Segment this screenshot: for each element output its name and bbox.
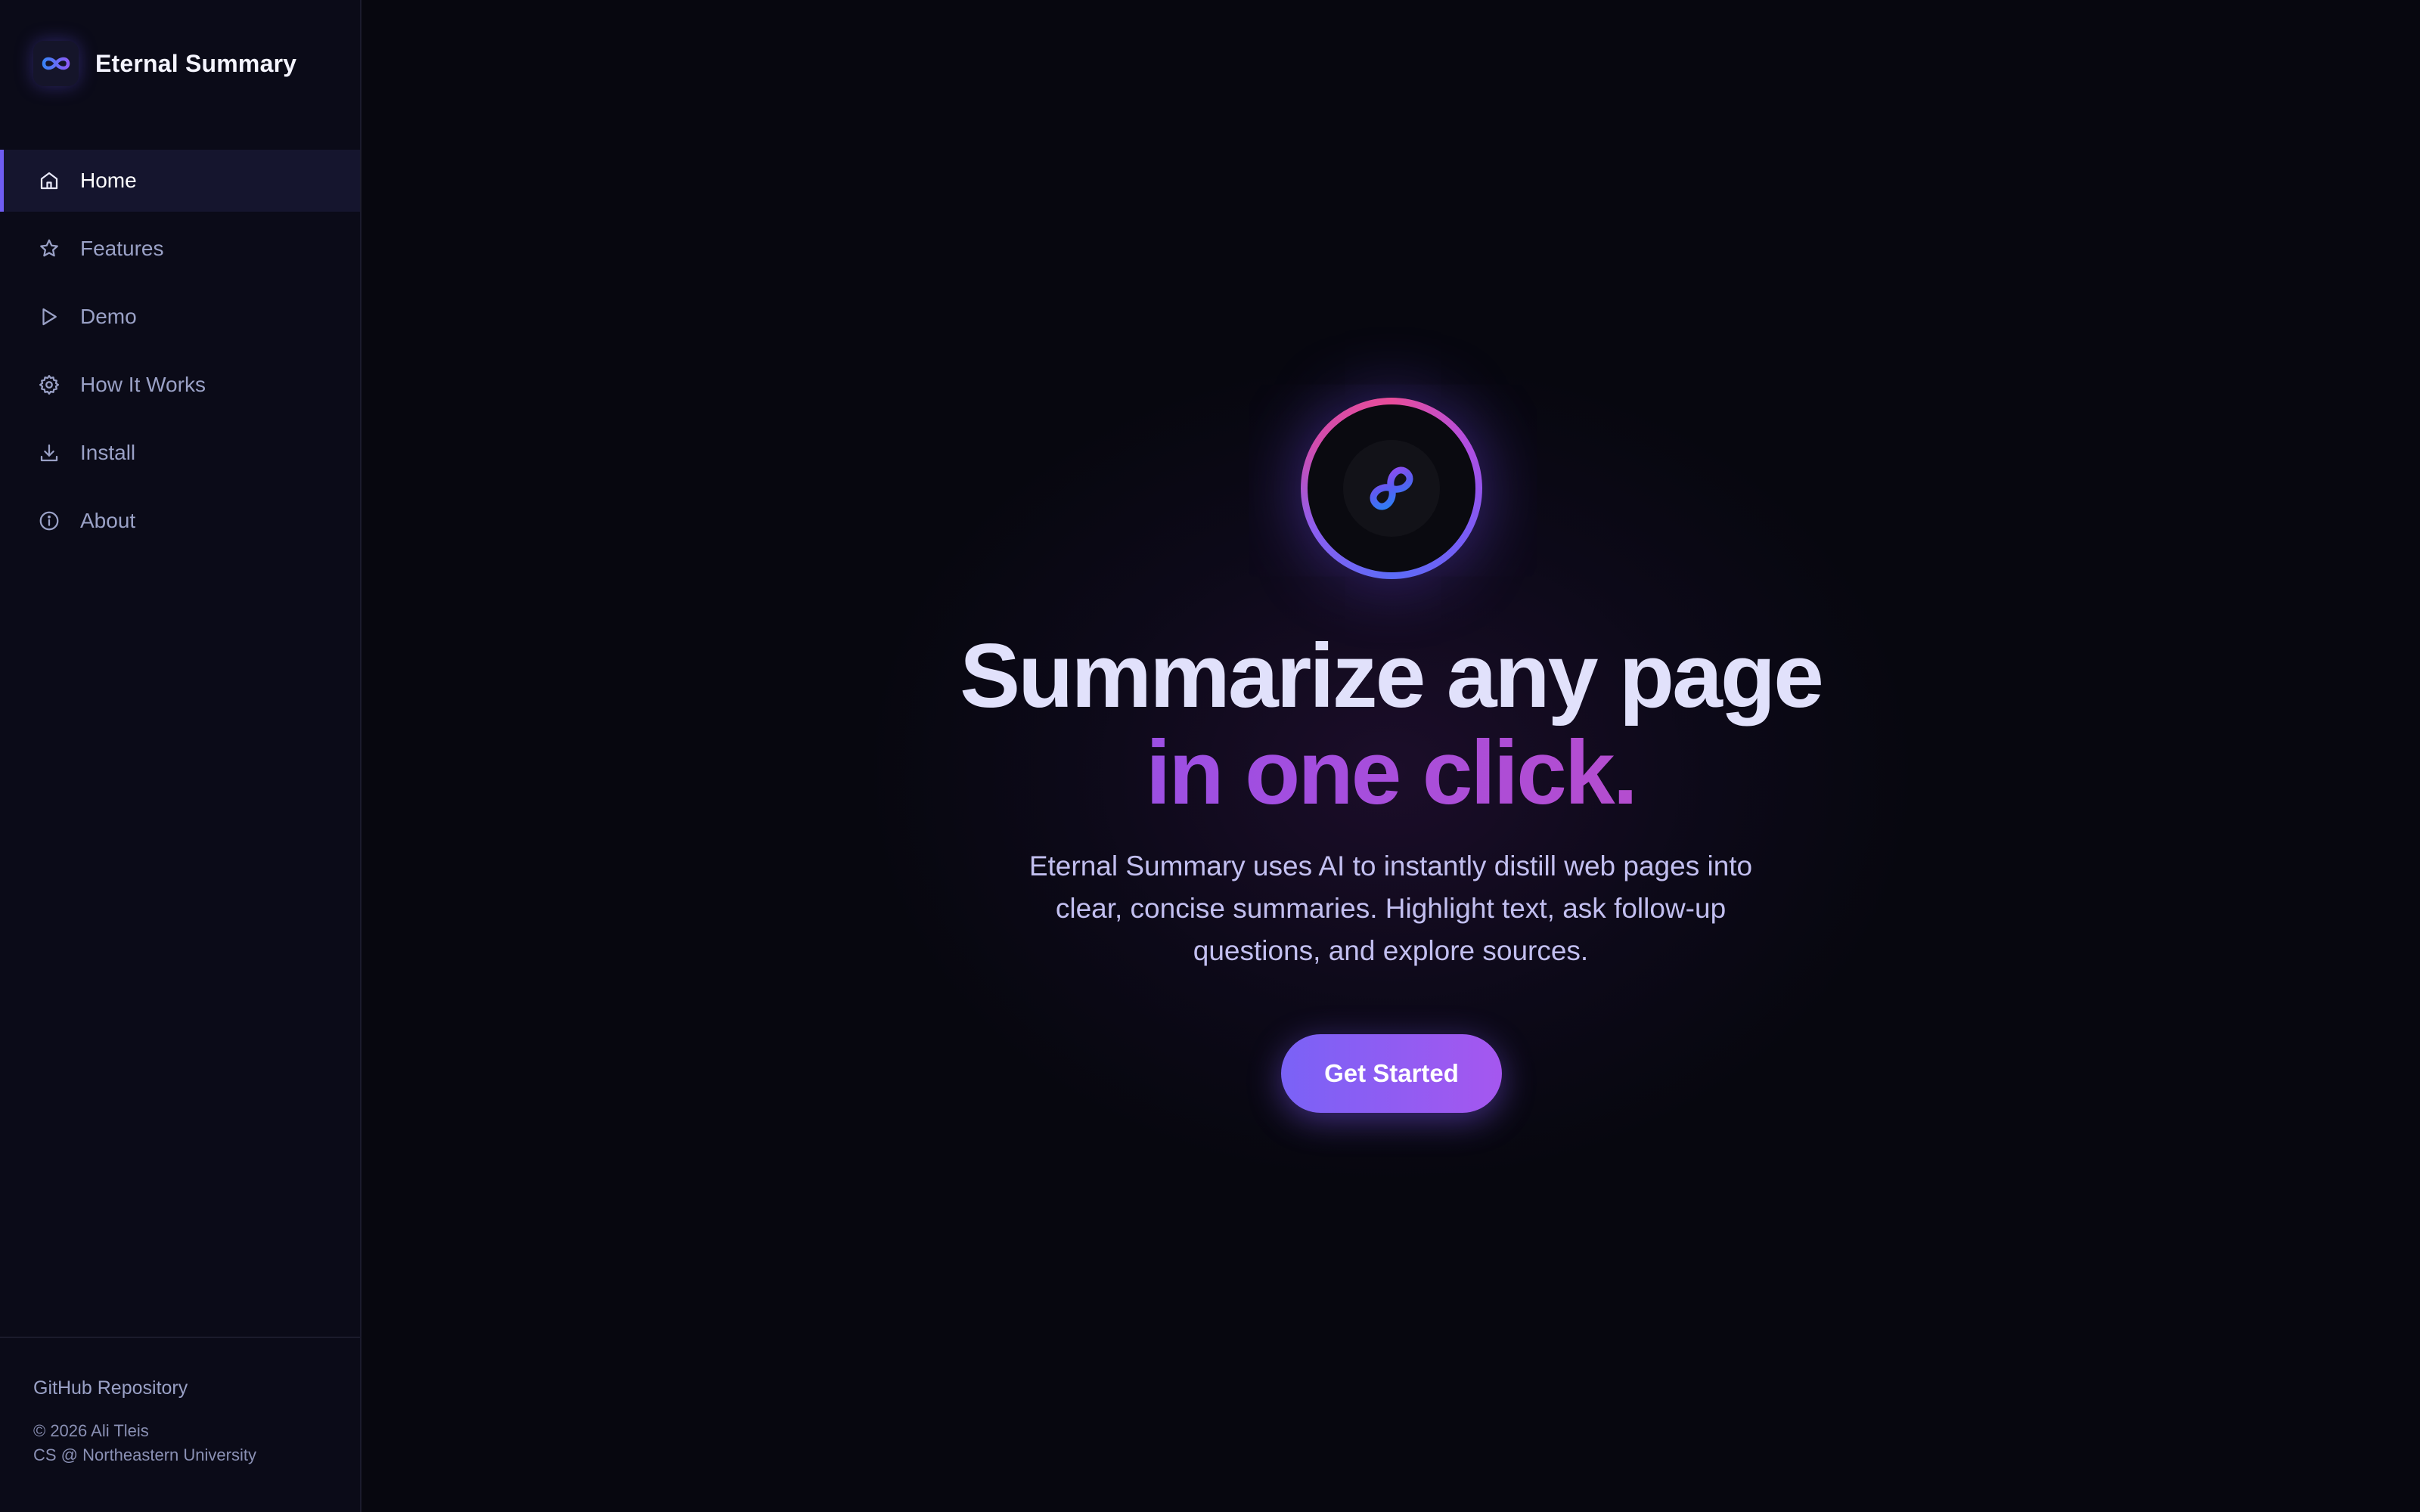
home-icon xyxy=(36,168,62,194)
play-icon xyxy=(36,304,62,330)
infinity-icon xyxy=(1343,440,1440,537)
hero-headline-accent: in one click. xyxy=(361,720,2420,825)
sidebar-item-label: Features xyxy=(80,237,164,260)
brand-name: Eternal Summary xyxy=(95,49,297,77)
hero-headline: Summarize any page xyxy=(960,625,1824,727)
sidebar-item-features[interactable]: Features xyxy=(0,218,360,280)
sidebar-item-label: Home xyxy=(80,169,137,192)
gear-icon xyxy=(36,372,62,398)
app-window: Eternal Summary Home Features Demo How I… xyxy=(0,0,2420,1512)
main-content: Summarize any page in one click. Eternal… xyxy=(361,0,2420,1512)
copyright-line: © 2026 Ali Tleis xyxy=(33,1421,149,1440)
sidebar-item-install[interactable]: Install xyxy=(0,422,360,484)
star-icon xyxy=(36,236,62,262)
sidebar-item-label: About xyxy=(80,509,136,532)
copyright: © 2026 Ali Tleis CS @ Northeastern Unive… xyxy=(33,1419,360,1467)
affiliation-line: CS @ Northeastern University xyxy=(33,1445,256,1464)
hero-logo-inner xyxy=(1308,404,1475,572)
brand[interactable]: Eternal Summary xyxy=(33,41,296,86)
hero-description: Eternal Summary uses AI to instantly dis… xyxy=(1028,850,1753,966)
sidebar-item-label: Install xyxy=(80,441,136,464)
hero-logo xyxy=(1301,398,1482,579)
sidebar-footer: GitHub Repository © 2026 Ali Tleis CS @ … xyxy=(0,1337,360,1467)
sidebar-item-home[interactable]: Home xyxy=(0,150,360,212)
infinity-icon xyxy=(33,41,79,86)
get-started-button[interactable]: Get Started xyxy=(1281,1034,1502,1113)
sidebar: Eternal Summary Home Features Demo How I… xyxy=(0,0,361,1512)
sidebar-nav: Home Features Demo How It Works Install … xyxy=(0,150,360,558)
sidebar-item-how-it-works[interactable]: How It Works xyxy=(0,354,360,416)
download-icon xyxy=(36,440,62,466)
sidebar-item-label: Demo xyxy=(80,305,137,328)
github-repository-link[interactable]: GitHub Repository xyxy=(33,1377,360,1399)
sidebar-item-label: How It Works xyxy=(80,373,206,396)
sidebar-item-demo[interactable]: Demo xyxy=(0,286,360,348)
info-icon xyxy=(36,508,62,534)
sidebar-item-about[interactable]: About xyxy=(0,490,360,552)
